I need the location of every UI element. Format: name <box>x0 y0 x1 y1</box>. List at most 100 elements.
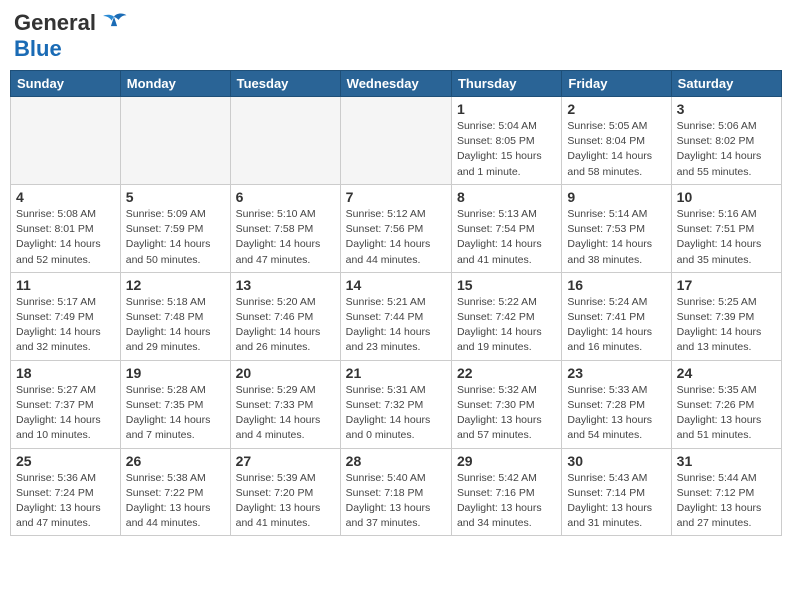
calendar-cell <box>11 97 121 185</box>
calendar-cell: 29 Sunrise: 5:42 AM Sunset: 7:16 PM Dayli… <box>451 448 561 536</box>
day-header-monday: Monday <box>120 71 230 97</box>
day-header-friday: Friday <box>562 71 671 97</box>
calendar-week-5: 25 Sunrise: 5:36 AM Sunset: 7:24 PM Dayli… <box>11 448 782 536</box>
calendar-cell: 13Sunrise: 5:20 AM Sunset: 7:46 PM Dayli… <box>230 272 340 360</box>
calendar-cell: 20 Sunrise: 5:29 AM Sunset: 7:33 PM Dayli… <box>230 360 340 448</box>
day-number: 12 <box>126 277 225 293</box>
day-number: 30 <box>567 453 665 469</box>
day-number: 20 <box>236 365 335 381</box>
day-number: 21 <box>346 365 446 381</box>
day-info: Sunrise: 5:04 AM Sunset: 8:05 PM Dayligh… <box>457 119 556 180</box>
calendar-cell: 6 Sunrise: 5:10 AM Sunset: 7:58 PM Daylig… <box>230 184 340 272</box>
day-number: 13 <box>236 277 335 293</box>
day-number: 23 <box>567 365 665 381</box>
day-info: Sunrise: 5:16 AM Sunset: 7:51 PM Dayligh… <box>677 207 776 268</box>
day-info: Sunrise: 5:06 AM Sunset: 8:02 PM Dayligh… <box>677 119 776 180</box>
day-header-sunday: Sunday <box>11 71 121 97</box>
calendar-cell: 21 Sunrise: 5:31 AM Sunset: 7:32 PM Dayli… <box>340 360 451 448</box>
calendar-cell: 17 Sunrise: 5:25 AM Sunset: 7:39 PM Dayli… <box>671 272 781 360</box>
calendar-cell: 9Sunrise: 5:14 AM Sunset: 7:53 PM Daylig… <box>562 184 671 272</box>
day-info: Sunrise: 5:40 AM Sunset: 7:18 PM Dayligh… <box>346 471 446 532</box>
logo: General Blue <box>14 10 128 62</box>
calendar-table: SundayMondayTuesdayWednesdayThursdayFrid… <box>10 70 782 536</box>
calendar-cell: 27Sunrise: 5:39 AM Sunset: 7:20 PM Dayli… <box>230 448 340 536</box>
calendar-week-1: 1 Sunrise: 5:04 AM Sunset: 8:05 PM Daylig… <box>11 97 782 185</box>
calendar-cell <box>120 97 230 185</box>
calendar-cell: 11 Sunrise: 5:17 AM Sunset: 7:49 PM Dayli… <box>11 272 121 360</box>
day-info: Sunrise: 5:31 AM Sunset: 7:32 PM Dayligh… <box>346 383 446 444</box>
day-number: 2 <box>567 101 665 117</box>
calendar-cell: 14 Sunrise: 5:21 AM Sunset: 7:44 PM Dayli… <box>340 272 451 360</box>
day-number: 10 <box>677 189 776 205</box>
calendar-cell: 7Sunrise: 5:12 AM Sunset: 7:56 PM Daylig… <box>340 184 451 272</box>
calendar-week-2: 4 Sunrise: 5:08 AM Sunset: 8:01 PM Daylig… <box>11 184 782 272</box>
day-number: 15 <box>457 277 556 293</box>
day-number: 31 <box>677 453 776 469</box>
day-number: 17 <box>677 277 776 293</box>
day-number: 4 <box>16 189 115 205</box>
calendar-cell: 23 Sunrise: 5:33 AM Sunset: 7:28 PM Dayli… <box>562 360 671 448</box>
calendar-cell: 19 Sunrise: 5:28 AM Sunset: 7:35 PM Dayli… <box>120 360 230 448</box>
calendar-cell: 3Sunrise: 5:06 AM Sunset: 8:02 PM Daylig… <box>671 97 781 185</box>
day-info: Sunrise: 5:42 AM Sunset: 7:16 PM Dayligh… <box>457 471 556 532</box>
logo-bird-icon <box>100 12 128 34</box>
calendar-cell: 5 Sunrise: 5:09 AM Sunset: 7:59 PM Daylig… <box>120 184 230 272</box>
calendar-week-4: 18Sunrise: 5:27 AM Sunset: 7:37 PM Dayli… <box>11 360 782 448</box>
calendar-cell: 25 Sunrise: 5:36 AM Sunset: 7:24 PM Dayli… <box>11 448 121 536</box>
logo-blue-text: Blue <box>14 36 62 61</box>
day-info: Sunrise: 5:24 AM Sunset: 7:41 PM Dayligh… <box>567 295 665 356</box>
day-info: Sunrise: 5:39 AM Sunset: 7:20 PM Dayligh… <box>236 471 335 532</box>
calendar-cell: 18Sunrise: 5:27 AM Sunset: 7:37 PM Dayli… <box>11 360 121 448</box>
day-header-wednesday: Wednesday <box>340 71 451 97</box>
day-info: Sunrise: 5:12 AM Sunset: 7:56 PM Dayligh… <box>346 207 446 268</box>
day-header-thursday: Thursday <box>451 71 561 97</box>
calendar-cell: 15 Sunrise: 5:22 AM Sunset: 7:42 PM Dayli… <box>451 272 561 360</box>
day-number: 29 <box>457 453 556 469</box>
day-info: Sunrise: 5:36 AM Sunset: 7:24 PM Dayligh… <box>16 471 115 532</box>
day-info: Sunrise: 5:22 AM Sunset: 7:42 PM Dayligh… <box>457 295 556 356</box>
day-number: 24 <box>677 365 776 381</box>
day-info: Sunrise: 5:35 AM Sunset: 7:26 PM Dayligh… <box>677 383 776 444</box>
day-header-saturday: Saturday <box>671 71 781 97</box>
day-info: Sunrise: 5:10 AM Sunset: 7:58 PM Dayligh… <box>236 207 335 268</box>
day-info: Sunrise: 5:38 AM Sunset: 7:22 PM Dayligh… <box>126 471 225 532</box>
calendar-cell: 26Sunrise: 5:38 AM Sunset: 7:22 PM Dayli… <box>120 448 230 536</box>
day-info: Sunrise: 5:29 AM Sunset: 7:33 PM Dayligh… <box>236 383 335 444</box>
day-info: Sunrise: 5:14 AM Sunset: 7:53 PM Dayligh… <box>567 207 665 268</box>
day-number: 25 <box>16 453 115 469</box>
calendar-cell: 1 Sunrise: 5:04 AM Sunset: 8:05 PM Daylig… <box>451 97 561 185</box>
calendar-cell: 10 Sunrise: 5:16 AM Sunset: 7:51 PM Dayli… <box>671 184 781 272</box>
calendar-cell <box>230 97 340 185</box>
day-info: Sunrise: 5:28 AM Sunset: 7:35 PM Dayligh… <box>126 383 225 444</box>
calendar-cell: 2 Sunrise: 5:05 AM Sunset: 8:04 PM Daylig… <box>562 97 671 185</box>
calendar-cell: 4 Sunrise: 5:08 AM Sunset: 8:01 PM Daylig… <box>11 184 121 272</box>
day-header-tuesday: Tuesday <box>230 71 340 97</box>
day-info: Sunrise: 5:17 AM Sunset: 7:49 PM Dayligh… <box>16 295 115 356</box>
calendar-cell: 31 Sunrise: 5:44 AM Sunset: 7:12 PM Dayli… <box>671 448 781 536</box>
header-row: SundayMondayTuesdayWednesdayThursdayFrid… <box>11 71 782 97</box>
day-info: Sunrise: 5:08 AM Sunset: 8:01 PM Dayligh… <box>16 207 115 268</box>
page-header: General Blue <box>10 10 782 62</box>
day-number: 11 <box>16 277 115 293</box>
day-info: Sunrise: 5:25 AM Sunset: 7:39 PM Dayligh… <box>677 295 776 356</box>
calendar-cell: 22Sunrise: 5:32 AM Sunset: 7:30 PM Dayli… <box>451 360 561 448</box>
day-info: Sunrise: 5:05 AM Sunset: 8:04 PM Dayligh… <box>567 119 665 180</box>
day-info: Sunrise: 5:44 AM Sunset: 7:12 PM Dayligh… <box>677 471 776 532</box>
day-info: Sunrise: 5:18 AM Sunset: 7:48 PM Dayligh… <box>126 295 225 356</box>
day-number: 1 <box>457 101 556 117</box>
day-number: 8 <box>457 189 556 205</box>
day-number: 5 <box>126 189 225 205</box>
day-number: 19 <box>126 365 225 381</box>
logo-general-text: General <box>14 10 96 36</box>
calendar-cell: 12 Sunrise: 5:18 AM Sunset: 7:48 PM Dayli… <box>120 272 230 360</box>
day-number: 14 <box>346 277 446 293</box>
day-info: Sunrise: 5:43 AM Sunset: 7:14 PM Dayligh… <box>567 471 665 532</box>
calendar-cell: 8Sunrise: 5:13 AM Sunset: 7:54 PM Daylig… <box>451 184 561 272</box>
day-info: Sunrise: 5:27 AM Sunset: 7:37 PM Dayligh… <box>16 383 115 444</box>
calendar-cell: 28Sunrise: 5:40 AM Sunset: 7:18 PM Dayli… <box>340 448 451 536</box>
day-info: Sunrise: 5:21 AM Sunset: 7:44 PM Dayligh… <box>346 295 446 356</box>
day-info: Sunrise: 5:33 AM Sunset: 7:28 PM Dayligh… <box>567 383 665 444</box>
day-number: 6 <box>236 189 335 205</box>
day-info: Sunrise: 5:09 AM Sunset: 7:59 PM Dayligh… <box>126 207 225 268</box>
calendar-cell <box>340 97 451 185</box>
